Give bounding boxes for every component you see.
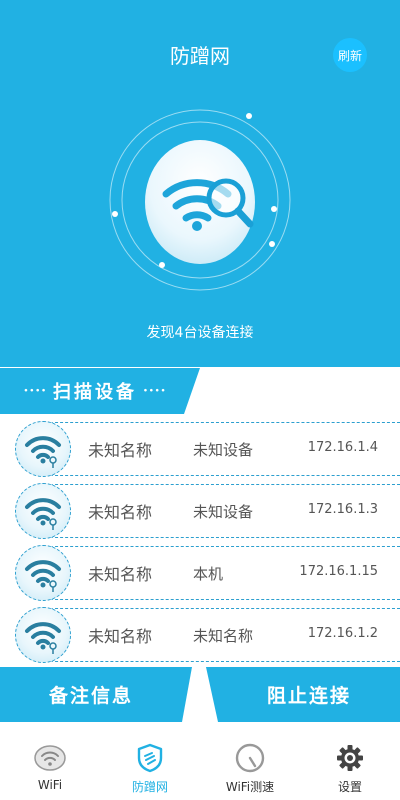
remark-button[interactable]: 备注信息 <box>0 667 192 722</box>
device-list: 未知名称 未知设备 172.16.1.4 未知名称 未知设备 172.16.1.… <box>0 418 400 666</box>
device-count-status: 发现4台设备连接 <box>146 325 254 341</box>
wifi-key-icon <box>15 421 71 477</box>
wifi-key-icon <box>15 483 71 539</box>
wifi-badge-icon <box>33 741 67 775</box>
speed-gauge-icon <box>233 741 267 775</box>
device-name: 未知名称 <box>88 565 153 584</box>
device-ip: 172.16.1.15 <box>299 564 378 579</box>
device-row[interactable]: 未知名称 未知名称 172.16.1.2 <box>0 604 400 666</box>
nav-label: WiFi测速 <box>225 780 275 794</box>
nav-label: 防蹭网 <box>131 780 168 794</box>
device-name: 未知名称 <box>88 441 153 460</box>
decor-dots-right: ···· <box>143 383 167 399</box>
device-ip: 172.16.1.3 <box>307 502 378 517</box>
wifi-scan-radar <box>109 109 291 291</box>
wifi-key-icon <box>15 607 71 663</box>
device-type: 未知设备 <box>193 441 254 459</box>
device-name: 未知名称 <box>88 503 153 522</box>
nav-item-speedtest[interactable]: WiFi测速 <box>200 735 300 800</box>
device-type: 未知名称 <box>193 627 254 645</box>
device-name: 未知名称 <box>88 627 153 646</box>
device-row[interactable]: 未知名称 未知设备 172.16.1.3 <box>0 480 400 542</box>
scan-section-banner: ···· 扫描设备 ···· <box>0 368 200 414</box>
nav-item-settings[interactable]: 设置 <box>300 735 400 800</box>
device-row[interactable]: 未知名称 未知设备 172.16.1.4 <box>0 418 400 480</box>
block-connection-button[interactable]: 阻止连接 <box>206 667 400 722</box>
device-row[interactable]: 未知名称 本机 172.16.1.15 <box>0 542 400 604</box>
header: 防蹭网 刷新 发现4台设备连接 <box>0 0 400 367</box>
device-ip: 172.16.1.4 <box>307 440 378 455</box>
device-ip: 172.16.1.2 <box>307 626 378 641</box>
bottom-nav: WiFi 防蹭网 WiFi测速 设置 <box>0 735 400 800</box>
block-button-label: 阻止连接 <box>266 685 351 707</box>
refresh-button[interactable]: 刷新 <box>333 38 367 72</box>
device-type: 本机 <box>193 565 224 583</box>
nav-item-anti-freeload[interactable]: 防蹭网 <box>100 735 200 800</box>
decor-dots-left: ···· <box>23 383 47 399</box>
shield-icon <box>133 741 167 775</box>
device-type: 未知设备 <box>193 503 254 521</box>
nav-label: WiFi <box>37 778 63 792</box>
nav-label: 设置 <box>337 780 362 794</box>
scan-section-title: 扫描设备 <box>53 382 137 403</box>
wifi-key-icon <box>15 545 71 601</box>
gear-icon <box>333 741 367 775</box>
nav-item-wifi[interactable]: WiFi <box>0 735 100 800</box>
remark-button-label: 备注信息 <box>48 685 133 707</box>
